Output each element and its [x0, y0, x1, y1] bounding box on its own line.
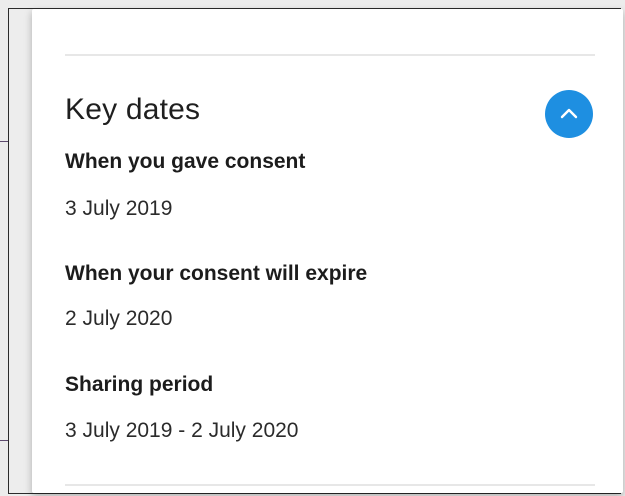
chevron-up-icon — [560, 108, 578, 119]
consent-expiry-label: When your consent will expire — [65, 262, 368, 285]
screen-frame: Key dates When you gave consent 3 July 2… — [8, 8, 623, 494]
collapse-toggle-button[interactable] — [545, 90, 593, 138]
key-dates-card: Key dates When you gave consent 3 July 2… — [32, 9, 623, 493]
consent-given-label: When you gave consent — [65, 150, 306, 173]
top-divider — [65, 54, 595, 56]
sharing-period-label: Sharing period — [65, 373, 214, 396]
consent-given-value: 3 July 2019 — [65, 197, 173, 220]
section-title: Key dates — [65, 93, 201, 126]
bottom-divider — [65, 484, 595, 486]
consent-expiry-value: 2 July 2020 — [65, 307, 173, 330]
sharing-period-value: 3 July 2019 - 2 July 2020 — [65, 419, 299, 442]
